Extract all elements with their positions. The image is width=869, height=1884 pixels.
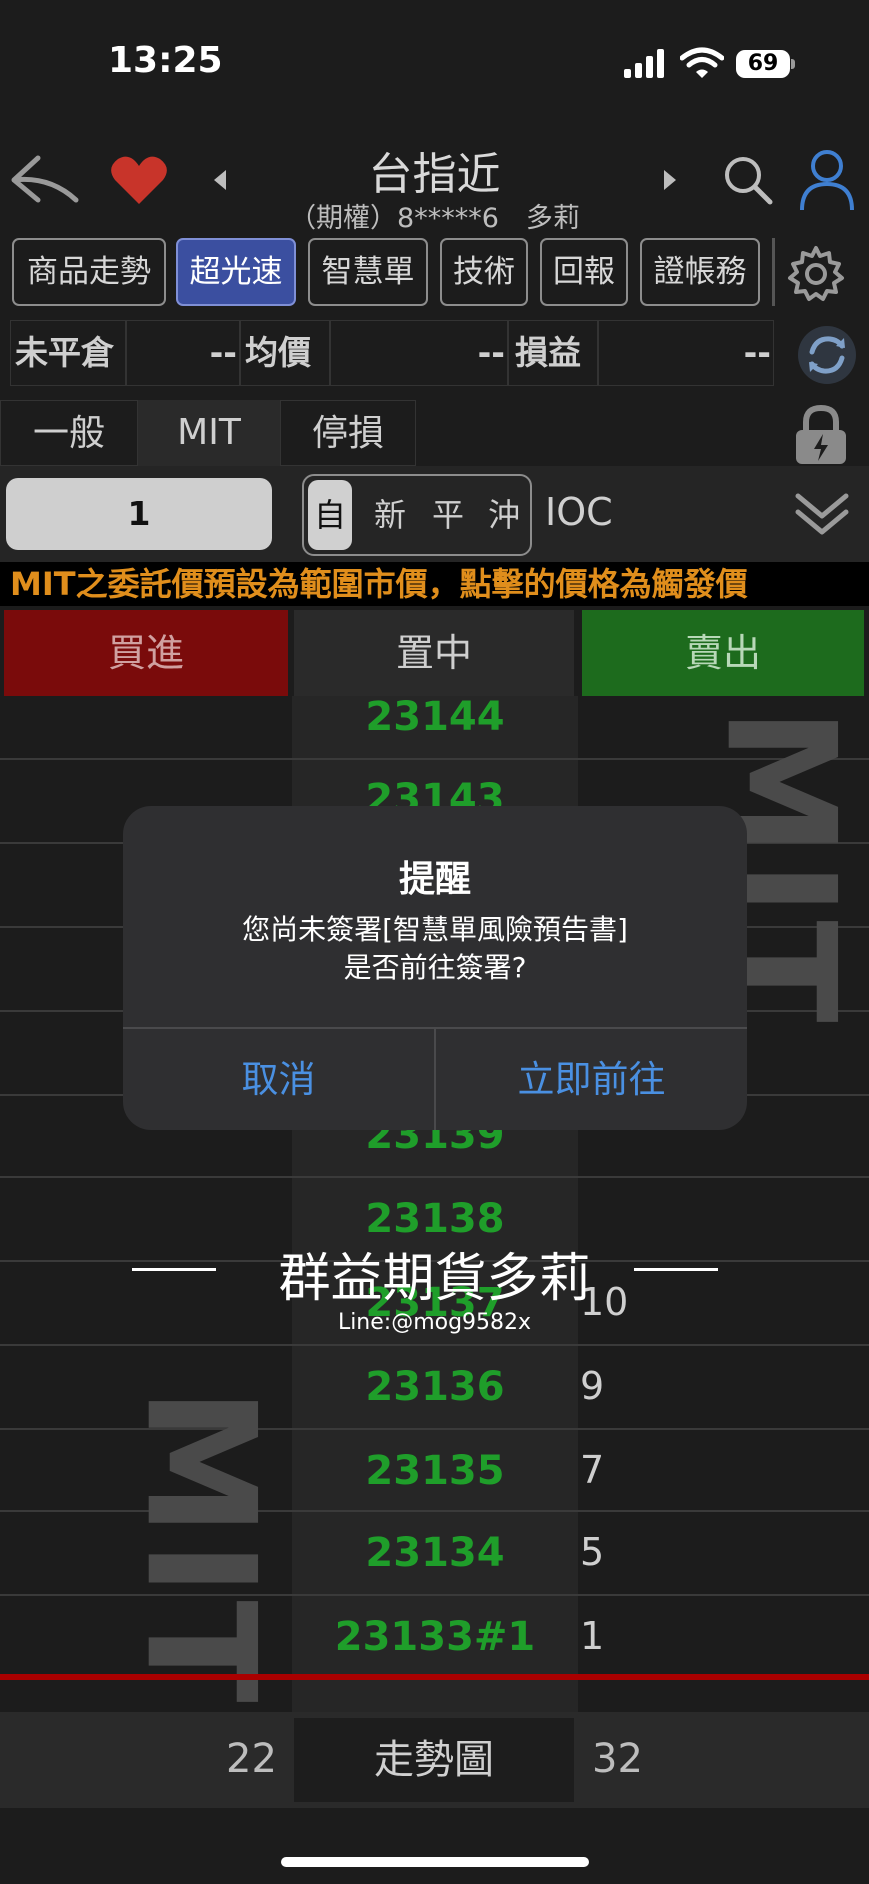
tab-product-trend[interactable]: 商品走勢 xyxy=(12,238,166,306)
buy-total: 22 xyxy=(226,1736,277,1782)
dialog-message-line1: 您尚未簽署[智慧單風險預告書] xyxy=(242,913,628,946)
row-divider xyxy=(0,1344,869,1346)
tab-hyper-speed[interactable]: 超光速 xyxy=(176,238,296,306)
mit-watermark: MIT xyxy=(112,1387,287,1707)
sell-button[interactable]: 賣出 xyxy=(582,610,864,696)
position-type-daytrade[interactable]: 沖 xyxy=(476,476,532,554)
order-tab-general[interactable]: 一般 xyxy=(0,400,138,466)
ladder-price[interactable]: 23135 xyxy=(292,1448,578,1494)
time-in-force[interactable]: IOC xyxy=(545,490,613,534)
order-tab-mit[interactable]: MIT xyxy=(138,400,280,466)
avg-price-value: -- xyxy=(330,320,508,386)
open-position-value-text: -- xyxy=(209,333,237,372)
home-indicator[interactable] xyxy=(281,1857,589,1867)
ladder-price[interactable]: 23134 xyxy=(292,1530,578,1576)
position-type-close[interactable]: 平 xyxy=(420,476,476,554)
ladder-price[interactable]: 23144 xyxy=(292,694,578,740)
tab-technical[interactable]: 技術 xyxy=(440,238,528,306)
reminder-dialog: 提醒 您尚未簽署[智慧單風險預告書] 是否前往簽署? 取消 立即前往 xyxy=(123,806,747,1130)
refresh-icon xyxy=(809,336,845,374)
dialog-title: 提醒 xyxy=(398,859,471,900)
double-chevron-down-icon[interactable] xyxy=(792,490,852,540)
pnl-label: 損益 xyxy=(508,320,598,386)
open-position-label: 未平倉 xyxy=(10,320,126,386)
position-type-auto[interactable]: 自 xyxy=(308,480,352,550)
caret-right-icon[interactable] xyxy=(660,168,680,192)
pnl-label-text: 損益 xyxy=(515,333,581,372)
trend-chart-button[interactable]: 走勢圖 xyxy=(294,1718,574,1802)
sell-volume: 7 xyxy=(580,1448,605,1492)
wifi-icon xyxy=(680,47,724,78)
battery-tip xyxy=(791,59,795,69)
sell-volume: 5 xyxy=(580,1530,605,1574)
pnl-value-text: -- xyxy=(743,333,771,372)
ladder-price[interactable]: 23136 xyxy=(292,1364,578,1410)
row-divider xyxy=(0,1176,869,1178)
battery-indicator: 69 xyxy=(736,50,790,78)
mit-notice: MIT之委託價預設為範圍市價，點擊的價格為觸發價 xyxy=(0,562,869,606)
avg-price-label: 均價 xyxy=(240,320,330,386)
user-icon[interactable] xyxy=(798,148,856,212)
order-tab-stop-loss[interactable]: 停損 xyxy=(280,400,416,466)
avg-price-label-text: 均價 xyxy=(245,333,311,372)
brand-watermark: 群益期貨多莉 xyxy=(278,1249,591,1309)
dialog-cancel-button[interactable]: 取消 xyxy=(123,1029,434,1130)
pnl-value: -- xyxy=(598,320,774,386)
avg-price-value-text: -- xyxy=(477,333,505,372)
gear-icon[interactable] xyxy=(786,244,846,304)
center-button[interactable]: 置中 xyxy=(294,610,574,696)
lock-icon[interactable] xyxy=(790,404,852,466)
dialog-confirm-button[interactable]: 立即前往 xyxy=(436,1029,747,1130)
signal-icon xyxy=(624,48,668,78)
brand-line-id: Line:@mog9582x xyxy=(337,1310,532,1335)
tab-smart-order[interactable]: 智慧單 xyxy=(308,238,428,306)
search-icon[interactable] xyxy=(722,154,774,206)
status-time: 13:25 xyxy=(108,40,223,81)
current-price-line xyxy=(0,1674,869,1680)
sell-total: 32 xyxy=(592,1736,643,1782)
position-type-selector: 自 新 平 沖 xyxy=(302,474,532,556)
divider xyxy=(772,238,775,306)
ladder-price[interactable]: 23133#1 xyxy=(292,1614,578,1660)
buy-button[interactable]: 買進 xyxy=(4,610,288,696)
sell-volume: 9 xyxy=(580,1364,605,1408)
quantity-input[interactable]: 1 xyxy=(6,478,272,550)
dialog-message-line2: 是否前往簽署? xyxy=(343,951,527,984)
position-type-new[interactable]: 新 xyxy=(362,476,418,554)
sell-volume: 1 xyxy=(580,1614,605,1658)
tab-report[interactable]: 回報 xyxy=(540,238,628,306)
open-position-value: -- xyxy=(126,320,240,386)
tab-account[interactable]: 證帳務 xyxy=(640,238,760,306)
refresh-button[interactable] xyxy=(798,326,856,384)
open-position-label-text: 未平倉 xyxy=(15,333,114,372)
